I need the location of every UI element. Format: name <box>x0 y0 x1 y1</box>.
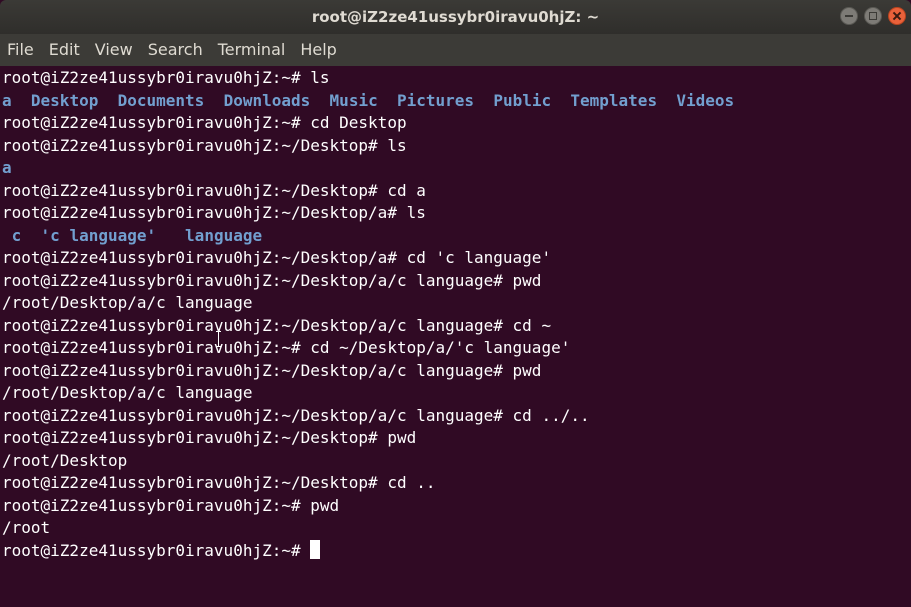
title-bar[interactable]: root@iZ2ze41ussybr0iravu0hjZ: ~ <box>0 0 911 34</box>
terminal-line: root@iZ2ze41ussybr0iravu0hjZ:~# pwd <box>2 495 340 515</box>
minimize-icon[interactable] <box>840 7 858 25</box>
terminal-output[interactable]: root@iZ2ze41ussybr0iravu0hjZ:~# ls a Des… <box>0 66 911 607</box>
dir-entry: language <box>185 225 263 245</box>
dir-entry: a <box>2 90 12 110</box>
window-title: root@iZ2ze41ussybr0iravu0hjZ: ~ <box>311 8 600 26</box>
terminal-line: root@iZ2ze41ussybr0iravu0hjZ:~/Desktop/a… <box>2 405 590 425</box>
terminal-line: /root/Desktop/a/c language <box>2 293 253 312</box>
terminal-line: root@iZ2ze41ussybr0iravu0hjZ:~/Desktop/a… <box>2 270 542 290</box>
menu-help[interactable]: Help <box>300 34 336 66</box>
ls-output-a: c 'c language' language <box>0 225 911 248</box>
terminal-line: /root <box>2 518 51 537</box>
terminal-line: /root/Desktop <box>2 450 128 470</box>
text-cursor <box>310 539 321 559</box>
ls-output-desktop: a <box>0 157 911 180</box>
menu-view[interactable]: View <box>95 34 133 66</box>
menu-file[interactable]: File <box>7 34 34 66</box>
dir-entry: c <box>11 225 22 245</box>
dir-entry: Templates <box>570 90 658 110</box>
dir-entry: Videos <box>676 90 735 110</box>
terminal-line: root@iZ2ze41ussybr0iravu0hjZ:~/Desktop/a… <box>2 360 542 380</box>
terminal-line: root@iZ2ze41ussybr0iravu0hjZ:~/Desktop# … <box>2 135 407 155</box>
dir-entry: Music <box>329 90 378 110</box>
ls-output-home: a Desktop Documents Downloads Music Pict… <box>0 90 911 113</box>
dir-entry: Public <box>493 90 552 110</box>
dir-entry: 'c language' <box>40 225 157 245</box>
dir-entry: Downloads <box>223 90 311 110</box>
maximize-icon[interactable] <box>864 7 882 25</box>
terminal-line: root@iZ2ze41ussybr0iravu0hjZ:~/Desktop/a… <box>2 203 426 222</box>
terminal-line: root@iZ2ze41ussybr0iravu0hjZ:~# cd ~/Des… <box>2 338 571 357</box>
terminal-window: root@iZ2ze41ussybr0iravu0hjZ: ~ File Edi… <box>0 0 911 607</box>
dir-entry: Documents <box>117 90 205 110</box>
menu-terminal[interactable]: Terminal <box>218 34 286 66</box>
terminal-line: root@iZ2ze41ussybr0iravu0hjZ:~/Desktop/a… <box>2 248 552 267</box>
terminal-line: /root/Desktop/a/c language <box>2 383 253 402</box>
menu-search[interactable]: Search <box>148 34 203 66</box>
terminal-line: root@iZ2ze41ussybr0iravu0hjZ:~# ls <box>2 68 330 87</box>
terminal-line: root@iZ2ze41ussybr0iravu0hjZ:~/Desktop# … <box>2 180 426 200</box>
close-icon[interactable] <box>888 7 906 25</box>
dir-entry: a <box>2 158 12 177</box>
menu-bar: File Edit View Search Terminal Help <box>0 34 911 66</box>
dir-entry: Pictures <box>396 90 475 110</box>
terminal-line: root@iZ2ze41ussybr0iravu0hjZ:~/Desktop/a… <box>2 315 552 335</box>
terminal-line: root@iZ2ze41ussybr0iravu0hjZ:~# cd Deskt… <box>2 113 407 132</box>
dir-entry: Desktop <box>30 90 99 110</box>
prompt-text: root@iZ2ze41ussybr0iravu0hjZ:~# <box>2 540 311 560</box>
terminal-line: root@iZ2ze41ussybr0iravu0hjZ:~/Desktop# … <box>2 428 417 447</box>
prompt-line[interactable]: root@iZ2ze41ussybr0iravu0hjZ:~# <box>0 539 911 563</box>
terminal-line: root@iZ2ze41ussybr0iravu0hjZ:~/Desktop# … <box>2 473 436 492</box>
menu-edit[interactable]: Edit <box>49 34 80 66</box>
